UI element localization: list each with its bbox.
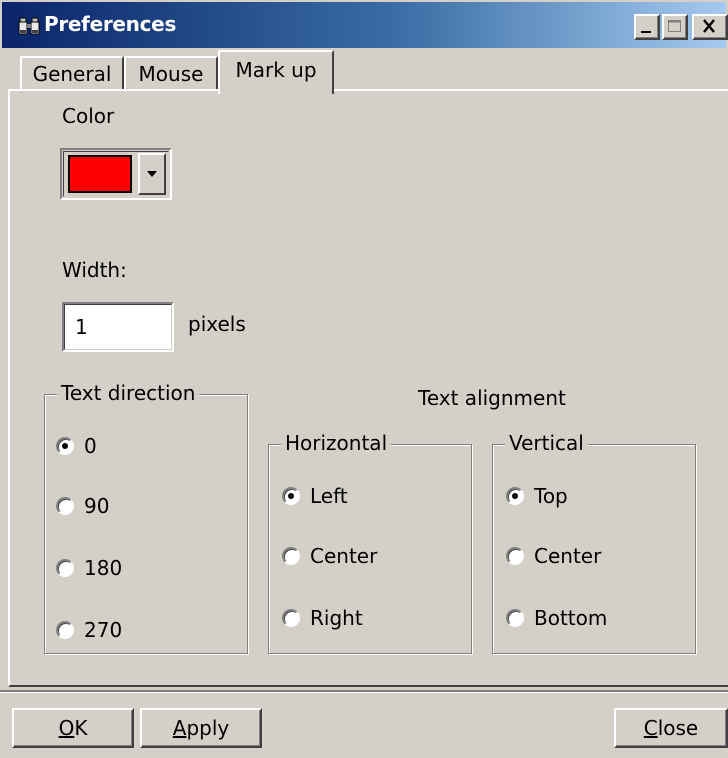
- radio-button-icon: [506, 547, 524, 565]
- radio-button-icon: [56, 621, 74, 639]
- radio-label: Right: [310, 606, 363, 630]
- width-input[interactable]: [64, 304, 172, 350]
- radio-button-icon: [56, 437, 74, 455]
- direction-radio-90[interactable]: 90: [56, 494, 109, 518]
- radio-label: 180: [84, 556, 123, 580]
- direction-radio-180[interactable]: 180: [56, 556, 122, 580]
- horizontal-radio-left[interactable]: Left: [282, 484, 348, 508]
- horizontal-radio-right[interactable]: Right: [282, 606, 363, 630]
- radio-label: Center: [310, 544, 378, 568]
- radio-button-icon: [282, 487, 300, 505]
- close-label-rest: lose: [657, 716, 699, 740]
- radio-label: 90: [84, 494, 110, 518]
- width-label: Width:: [62, 258, 127, 282]
- text-direction-group: Text direction: [44, 381, 248, 654]
- color-swatch: [68, 155, 132, 193]
- markup-content: Color Width: pixels Text direction 0 90 …: [0, 0, 728, 690]
- tab-markup[interactable]: Mark up: [218, 50, 334, 94]
- horizontal-title: Horizontal: [281, 431, 392, 455]
- footer-divider: [0, 690, 728, 693]
- radio-button-icon: [56, 497, 74, 515]
- radio-label: Left: [310, 484, 348, 508]
- vertical-radio-top[interactable]: Top: [506, 484, 568, 508]
- apply-mnemonic: A: [172, 716, 187, 740]
- ok-button[interactable]: OK: [12, 708, 134, 748]
- color-label: Color: [62, 104, 115, 128]
- ok-mnemonic: O: [58, 716, 75, 740]
- color-picker[interactable]: [60, 148, 172, 200]
- width-field[interactable]: [62, 302, 174, 352]
- tab-markup-label: Mark up: [235, 58, 317, 82]
- color-dropdown-button[interactable]: [138, 153, 166, 195]
- close-mnemonic: C: [643, 716, 658, 740]
- radio-label: Center: [534, 544, 602, 568]
- direction-radio-270[interactable]: 270: [56, 618, 122, 642]
- close-button[interactable]: Close: [614, 708, 728, 748]
- apply-label-rest: pply: [186, 716, 230, 740]
- radio-button-icon: [506, 487, 524, 505]
- radio-button-icon: [506, 609, 524, 627]
- width-unit-label: pixels: [188, 312, 246, 336]
- text-alignment-title: Text alignment: [418, 386, 566, 410]
- radio-button-icon: [282, 547, 300, 565]
- vertical-radio-center[interactable]: Center: [506, 544, 601, 568]
- vertical-radio-bottom[interactable]: Bottom: [506, 606, 607, 630]
- apply-button[interactable]: Apply: [140, 708, 262, 748]
- direction-radio-0[interactable]: 0: [56, 434, 97, 458]
- radio-button-icon: [282, 609, 300, 627]
- chevron-down-icon: [147, 171, 157, 177]
- radio-label: 0: [84, 434, 97, 458]
- horizontal-radio-center[interactable]: Center: [282, 544, 377, 568]
- radio-button-icon: [56, 559, 74, 577]
- text-direction-title: Text direction: [57, 381, 200, 405]
- radio-label: 270: [84, 618, 123, 642]
- ok-label-rest: K: [74, 716, 88, 740]
- radio-label: Top: [534, 484, 568, 508]
- vertical-title: Vertical: [505, 431, 588, 455]
- radio-label: Bottom: [534, 606, 608, 630]
